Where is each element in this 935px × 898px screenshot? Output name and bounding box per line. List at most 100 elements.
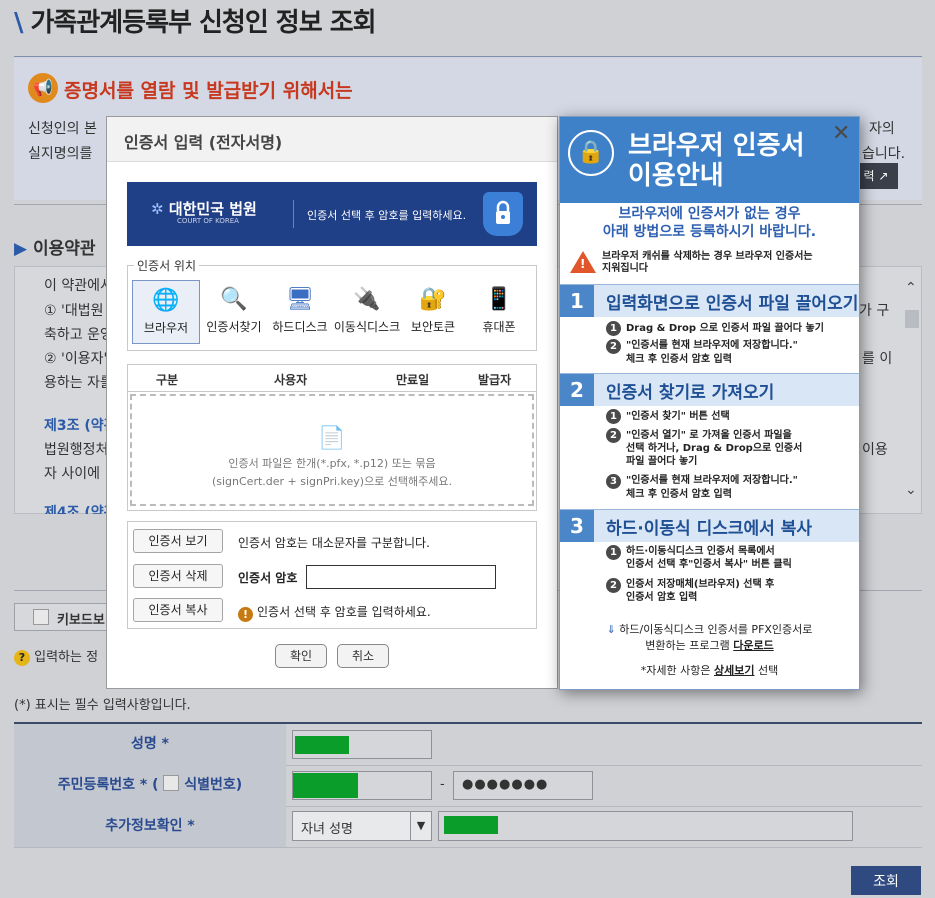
terms-line: 용하는 자를 [44,375,113,391]
step-text: "인증서를 현재 브라우저에 저장합니다." [626,340,798,351]
terms-line: 이 약관에서 [44,278,113,294]
label-name: 성명 * [14,724,286,765]
step-text: 체크 후 인증서 암호 입력 [626,354,732,365]
table-header: 구분 사용자 만료일 발급자 [128,365,536,392]
col-user: 사용자 [274,373,308,387]
location-browser[interactable]: 🌐 브라우저 [132,280,200,344]
page-title: \ 가족관계등록부 신청인 정보 조회 [14,8,377,38]
keyboard-security-toggle[interactable]: 키보드보 [14,603,108,631]
location-token[interactable]: 🔐 보안토큰 [399,280,467,344]
location-phone[interactable]: 📱 휴대폰 [465,280,533,344]
location-harddisk[interactable]: 🖥 하드디스크 [266,280,334,344]
step-1: 1 입력화면으로 인증서 파일 끌어오기 [560,284,859,317]
identifier-checkbox[interactable] [163,775,180,791]
emblem-icon: ✲ [151,200,164,218]
redaction-mark [444,816,498,834]
location-find[interactable]: 🔍 인증서찾기 [200,280,268,344]
label-rrn: 주민등록번호 * ( 식별번호) [14,765,286,806]
security-token-icon: 🔐 [419,287,447,312]
download-icon: ⇓ [606,623,616,636]
copy-certificate-button[interactable]: 인증서 복사 [133,598,223,622]
password-input[interactable] [306,565,496,589]
step-text: "인증서를 현재 브라우저에 저장합니다." [626,475,798,486]
delete-certificate-button[interactable]: 인증서 삭제 [133,564,223,588]
notice-link-button[interactable]: 력 ↗ [854,163,898,189]
location-legend: 인증서 위치 [134,257,200,274]
rrn-back-input[interactable]: ●●●●●●● [453,771,593,800]
scroll-thumb[interactable] [905,310,919,328]
chevron-down-icon[interactable]: ⌄ [905,482,917,498]
step-text: 파일 끌어다 놓기 [626,456,698,467]
terms-line-end: 가 구 [859,303,890,319]
terms-line-end: 이용 [862,442,888,458]
terms-line: ② '이용자' [44,351,108,367]
terms-line: 자 사이에 [44,466,100,482]
lookup-button[interactable]: 조회 [851,866,921,895]
globe-icon: 🌐 [152,288,180,313]
step-text: "인증서 찾기" 버튼 선택 [626,411,730,422]
terms-line: ① '대법원 [44,303,104,319]
rrn-dash: - [440,777,445,792]
divider [14,56,922,57]
court-logo: ✲ 대한민국 법원 [151,200,257,218]
notice-text-2: 실지명의를 [28,146,93,162]
dialog-header: 인증서 입력 (전자서명) [107,117,557,162]
court-logo-subtitle: COURT OF KOREA [177,217,239,225]
checkbox[interactable] [33,609,49,625]
cancel-button[interactable]: 취소 [337,644,389,668]
location-removable[interactable]: 🔌 이동식디스크 [333,280,401,344]
applicant-form: 성명 * 주민등록번호 * ( 식별번호) - ●●●●●●● 추가정보확인 *… [14,722,922,850]
dialog-title: 인증서 입력 (전자서명) [124,133,283,152]
step-2: 2 인증서 찾기로 가져오기 [560,373,859,406]
password-hint: ! 인증서 선택 후 암호를 입력하세요. [238,603,431,622]
divider [293,200,294,228]
close-icon[interactable]: ✕ [832,121,850,146]
case-note: 인증서 암호는 대소문자를 구분합니다. [238,536,430,550]
certificate-location: 인증서 위치 🌐 브라우저 🔍 인증서찾기 🖥 하드디스크 🔌 이동식디스크 🔐 보안토큰… [127,257,537,351]
question-icon: ? [14,650,30,666]
step-text: 체크 후 인증서 암호 입력 [626,489,732,500]
certificate-file-icon: 📄 [318,426,346,451]
notice-text-2-end: 습니다. [862,146,906,162]
chevron-up-icon[interactable]: ⌃ [905,280,917,296]
phone-icon: 📱 [485,287,513,312]
drop-text: (signCert.der + signPri.key)으로 선택해주세요. [211,475,453,488]
banner-text: 인증서 선택 후 암호를 입력하세요. [307,209,467,222]
help-text: ? 입력하는 정 [14,646,98,666]
court-banner: ✲ 대한민국 법원 COURT OF KOREA 인증서 선택 후 암호를 입력… [127,182,537,246]
detail-link[interactable]: 상세보기 [714,664,754,677]
ok-button[interactable]: 확인 [275,644,327,668]
step-text: 인증서 선택 후"인증서 복사" 버튼 클릭 [626,559,792,570]
relation-select[interactable]: 자녀 성명 ▼ [292,811,432,841]
usb-icon: 🔌 [353,287,381,312]
chevron-down-icon[interactable]: ▼ [410,812,431,840]
col-expiry: 만료일 [396,373,430,387]
step-text: 선택 하거나, Drag & Drop으로 인증서 [626,443,803,454]
lock-icon [483,192,523,236]
browser-certificate-guide: 🔒 브라우저 인증서 이용안내 ✕ 브라우저에 인증서가 없는 경우 아래 방법으로… [559,116,860,690]
monitor-icon: 🖥 [286,287,314,312]
child-name-input[interactable] [438,811,853,841]
view-certificate-button[interactable]: 인증서 보기 [133,529,223,553]
step-3: 3 하드·이동식 디스크에서 복사 [560,509,859,542]
step-text: "인증서 열기" 로 가져올 인증서 파일을 [626,430,792,441]
guide-lead: 브라우저에 인증서가 없는 경우 아래 방법으로 등록하시기 바랍니다. [602,206,817,240]
certificate-search-icon: 🔍 [220,287,248,312]
step-text: 인증서 암호 입력 [626,592,698,603]
col-type: 구분 [156,373,179,387]
download-link[interactable]: 다운로드 [733,639,773,652]
row-extra: 추가정보확인 * 자녀 성명 ▼ [14,806,922,848]
row-name: 성명 * [14,724,922,766]
certificate-table: 구분 사용자 만료일 발급자 📄 인증서 파일은 한개(*.pfx, *.p12… [127,364,537,511]
col-issuer: 발급자 [478,373,512,387]
certificate-actions: 인증서 보기 인증서 암호는 대소문자를 구분합니다. 인증서 삭제 인증서 암… [127,521,537,629]
warning-icon: ! [570,251,596,273]
redaction-mark [295,736,349,754]
terms-line-end: 를 이 [862,351,893,367]
terms-scrollbar[interactable]: ⌃ ⌄ [903,268,921,512]
step-text: 하드·이동식디스크 인증서 목록에서 [626,546,775,557]
detail-note: *자세한 사항은 상세보기 선택 [640,664,779,677]
certificate-drop-zone[interactable]: 📄 인증서 파일은 한개(*.pfx, *.p12) 또는 묶음 (signCe… [130,394,534,506]
terms-line: 법원행정처 [44,442,109,458]
guide-header: 🔒 브라우저 인증서 이용안내 ✕ [560,117,859,203]
